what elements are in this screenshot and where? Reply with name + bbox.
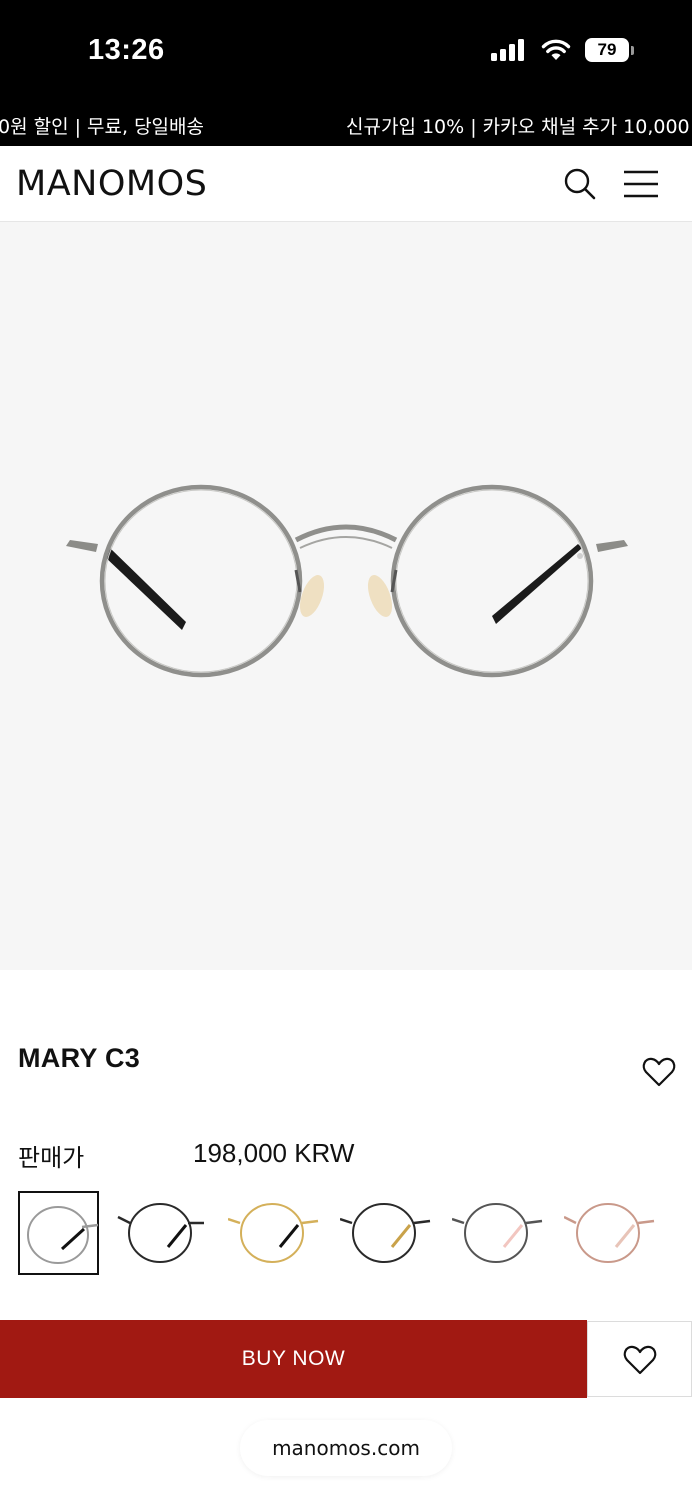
swatch-thumbnail bbox=[227, 1203, 319, 1263]
heart-icon bbox=[623, 1345, 657, 1375]
swatch-3[interactable] bbox=[227, 1191, 319, 1275]
buy-now-button[interactable]: BUY NOW bbox=[0, 1320, 587, 1398]
signal-icon bbox=[491, 39, 524, 61]
status-bar: 13:26 79 bbox=[0, 0, 692, 100]
price-label: 판매가 bbox=[18, 1144, 85, 1172]
search-button[interactable] bbox=[562, 166, 598, 202]
product-name: MARY C3 bbox=[18, 1043, 141, 1073]
battery-level: 79 bbox=[585, 38, 629, 62]
swatch-5[interactable] bbox=[451, 1191, 543, 1275]
swatch-thumbnail bbox=[117, 1203, 204, 1263]
product-image[interactable] bbox=[0, 222, 692, 970]
swatch-thumbnail bbox=[27, 1206, 99, 1264]
status-time: 13:26 bbox=[88, 34, 165, 66]
wifi-icon bbox=[541, 39, 571, 60]
swatch-1[interactable] bbox=[18, 1191, 99, 1275]
promo-text: 신규가입 10% | 카카오 채널 추가 10,000 bbox=[346, 116, 690, 138]
menu-icon bbox=[624, 170, 658, 198]
swatch-6[interactable] bbox=[563, 1191, 655, 1275]
site-header: MANOMOS bbox=[0, 146, 692, 222]
search-icon bbox=[564, 168, 596, 200]
swatch-thumbnail bbox=[451, 1203, 543, 1263]
swatch-4[interactable] bbox=[339, 1191, 431, 1275]
promo-text: 0원 할인 | 무료, 당일배송 bbox=[0, 116, 204, 138]
battery-icon: 79 bbox=[585, 38, 634, 62]
wishlist-toggle[interactable] bbox=[642, 1056, 676, 1088]
heart-icon bbox=[642, 1057, 676, 1087]
swatch-thumbnail bbox=[339, 1203, 431, 1263]
glasses-image bbox=[66, 484, 628, 678]
swatch-thumbnail bbox=[563, 1203, 655, 1263]
browser-url-bar[interactable]: manomos.com bbox=[240, 1420, 452, 1476]
swatch-2[interactable] bbox=[116, 1191, 204, 1275]
menu-button[interactable] bbox=[622, 168, 660, 200]
price-value: 198,000 KRW bbox=[193, 1138, 355, 1168]
color-swatches bbox=[18, 1191, 678, 1277]
promo-banner[interactable]: 0원 할인 | 무료, 당일배송 신규가입 10% | 카카오 채널 추가 10… bbox=[0, 100, 692, 146]
status-icons: 79 bbox=[491, 38, 634, 62]
url-text: manomos.com bbox=[272, 1436, 420, 1460]
logo[interactable]: MANOMOS bbox=[16, 164, 207, 204]
wishlist-button[interactable] bbox=[587, 1321, 692, 1397]
